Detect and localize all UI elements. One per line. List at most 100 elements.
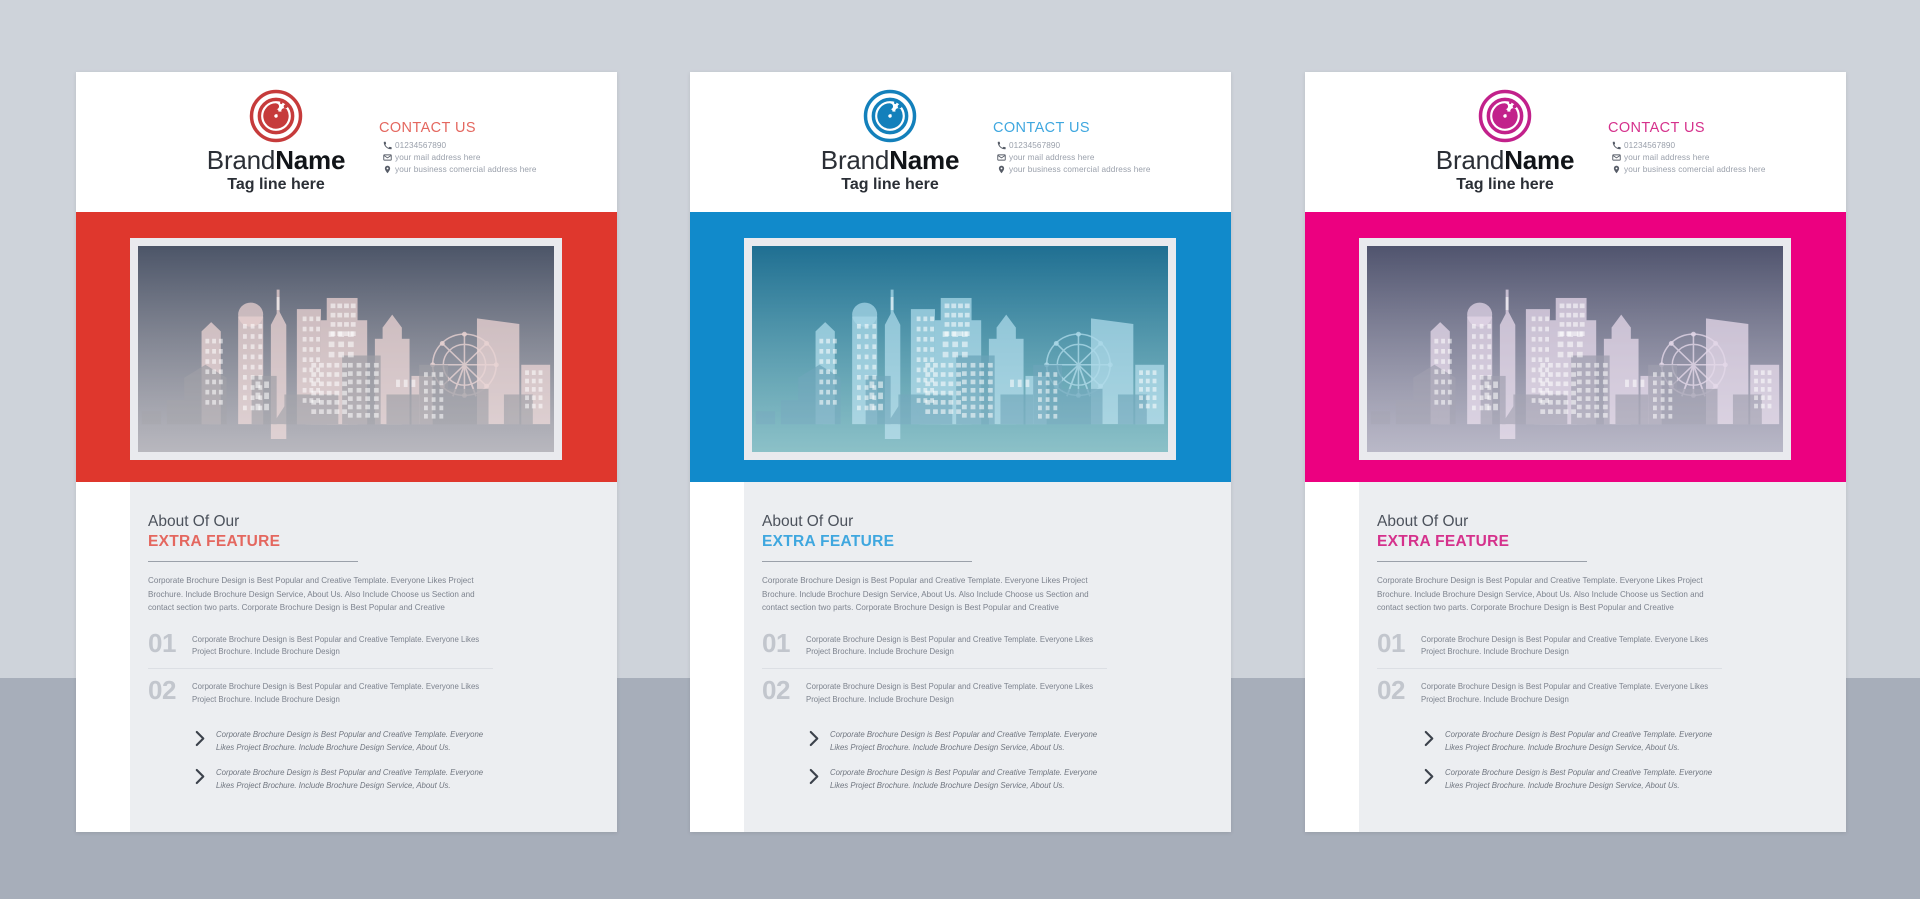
contact-row-phone[interactable]: 01234567890 [993,141,1193,150]
brand-name: BrandName [166,146,386,174]
brand-name-first: Brand [206,145,276,175]
contact-row-email[interactable]: your mail address here [1608,153,1808,162]
list-item-number: 02 [1377,674,1405,705]
list-item-number: 01 [762,627,790,658]
location-pin-icon [1613,165,1619,174]
numbered-list-item[interactable]: 01 Corporate Brochure Design is Best Pop… [148,627,493,668]
hero-cityscape-image [1367,246,1783,452]
brand-tagline: Tag line here [227,176,325,193]
brand-logo-icon [863,89,917,143]
contact-email: your mail address here [1624,153,1710,162]
contact-block: CONTACT US 01234567890 your mail address… [379,120,579,177]
bullet-list-item[interactable]: Corporate Brochure Design is Best Popula… [808,767,1108,792]
numbered-list-item[interactable]: 01 Corporate Brochure Design is Best Pop… [1377,627,1722,668]
brand-logo [1477,88,1533,144]
accent-band [1305,212,1846,482]
numbered-list-item[interactable]: 02 Corporate Brochure Design is Best Pop… [148,667,493,715]
flyer-body: About Of Our EXTRA FEATURE Corporate Bro… [690,482,1231,832]
bullet-feature-list: Corporate Brochure Design is Best Popula… [1423,729,1723,792]
flyer-pink[interactable]: BrandName Tag line here CONTACT US 01234… [1305,72,1846,832]
contact-row-address[interactable]: your business comercial address here [993,165,1193,174]
list-item-number: 02 [762,674,790,705]
brand-block: BrandName Tag line here [780,88,1000,195]
brand-name-second: Name [275,145,346,175]
chevron-right-icon [195,769,205,785]
list-item-number: 01 [1377,627,1405,658]
chevron-right-icon [194,729,216,747]
contact-email: your mail address here [1009,153,1095,162]
contact-row-phone[interactable]: 01234567890 [1608,141,1808,150]
flyer-header: BrandName Tag line here CONTACT US 01234… [690,72,1231,212]
hero-cityscape-image [138,246,554,452]
divider-rule [762,561,972,562]
phone-icon [993,141,1009,150]
flyer-body: About Of Our EXTRA FEATURE Corporate Bro… [1305,482,1846,832]
brand-name-first: Brand [1435,145,1505,175]
contact-row-email[interactable]: your mail address here [993,153,1193,162]
numbered-list-item[interactable]: 01 Corporate Brochure Design is Best Pop… [762,627,1107,668]
phone-icon [379,141,395,150]
bullet-list-item[interactable]: Corporate Brochure Design is Best Popula… [808,729,1108,754]
bullet-list-item[interactable]: Corporate Brochure Design is Best Popula… [1423,767,1723,792]
about-subtitle: About Of Our [762,513,854,530]
divider-rule [148,561,358,562]
contact-phone: 01234567890 [395,141,447,150]
list-item-text: Corporate Brochure Design is Best Popula… [192,634,480,657]
flyer-red[interactable]: BrandName Tag line here CONTACT US 01234… [76,72,617,832]
about-title: EXTRA FEATURE [148,533,281,550]
about-paragraph: Corporate Brochure Design is Best Popula… [762,576,1089,613]
contact-row-email[interactable]: your mail address here [379,153,579,162]
accent-band [76,212,617,482]
flyer-header: BrandName Tag line here CONTACT US 01234… [76,72,617,212]
bullet-list-item[interactable]: Corporate Brochure Design is Best Popula… [1423,729,1723,754]
chevron-right-icon [808,767,830,785]
numbered-list-item[interactable]: 02 Corporate Brochure Design is Best Pop… [1377,667,1722,715]
bullet-list-text: Corporate Brochure Design is Best Popula… [830,768,1098,790]
flyer-collection: BrandName Tag line here CONTACT US 01234… [0,0,1920,899]
chevron-right-icon [1423,767,1445,785]
list-item-text: Corporate Brochure Design is Best Popula… [806,681,1094,704]
chevron-right-icon [194,767,216,785]
bullet-feature-list: Corporate Brochure Design is Best Popula… [194,729,494,792]
bullet-list-text: Corporate Brochure Design is Best Popula… [1445,768,1713,790]
numbered-list-item[interactable]: 02 Corporate Brochure Design is Best Pop… [762,667,1107,715]
contact-email: your mail address here [395,153,481,162]
contact-phone: 01234567890 [1009,141,1061,150]
about-paragraph: Corporate Brochure Design is Best Popula… [1377,576,1704,613]
divider-rule [1377,561,1587,562]
brand-name-second: Name [1504,145,1575,175]
contact-row-phone[interactable]: 01234567890 [379,141,579,150]
contact-row-address[interactable]: your business comercial address here [379,165,579,174]
bullet-list-text: Corporate Brochure Design is Best Popula… [216,768,484,790]
flyer-body-inner: About Of Our EXTRA FEATURE Corporate Bro… [1359,482,1846,832]
bullet-list-text: Corporate Brochure Design is Best Popula… [830,730,1098,752]
list-item-text: Corporate Brochure Design is Best Popula… [1421,634,1709,657]
chevron-right-icon [809,769,819,785]
hero-image-frame [744,238,1176,460]
chevron-right-icon [1424,769,1434,785]
phone-icon [1608,141,1624,150]
location-pin-icon [384,165,390,174]
about-title: EXTRA FEATURE [762,533,895,550]
numbered-feature-list: 01 Corporate Brochure Design is Best Pop… [148,627,493,715]
contact-row-address[interactable]: your business comercial address here [1608,165,1808,174]
list-item-text: Corporate Brochure Design is Best Popula… [192,681,480,704]
flyer-body-inner: About Of Our EXTRA FEATURE Corporate Bro… [744,482,1231,832]
bullet-list-text: Corporate Brochure Design is Best Popula… [216,730,484,752]
flyer-header: BrandName Tag line here CONTACT US 01234… [1305,72,1846,212]
brand-block: BrandName Tag line here [1395,88,1615,195]
flyer-blue[interactable]: BrandName Tag line here CONTACT US 01234… [690,72,1231,832]
chevron-right-icon [1424,731,1434,747]
contact-address: your business comercial address here [1009,165,1151,174]
chevron-right-icon [1423,729,1445,747]
envelope-icon [1608,153,1624,162]
bullet-feature-list: Corporate Brochure Design is Best Popula… [808,729,1108,792]
brand-tagline: Tag line here [1456,176,1554,193]
contact-address: your business comercial address here [395,165,537,174]
bullet-list-text: Corporate Brochure Design is Best Popula… [1445,730,1713,752]
bullet-list-item[interactable]: Corporate Brochure Design is Best Popula… [194,729,494,754]
list-item-number: 01 [148,627,176,658]
about-subtitle: About Of Our [1377,513,1469,530]
bullet-list-item[interactable]: Corporate Brochure Design is Best Popula… [194,767,494,792]
envelope-icon [993,153,1009,162]
